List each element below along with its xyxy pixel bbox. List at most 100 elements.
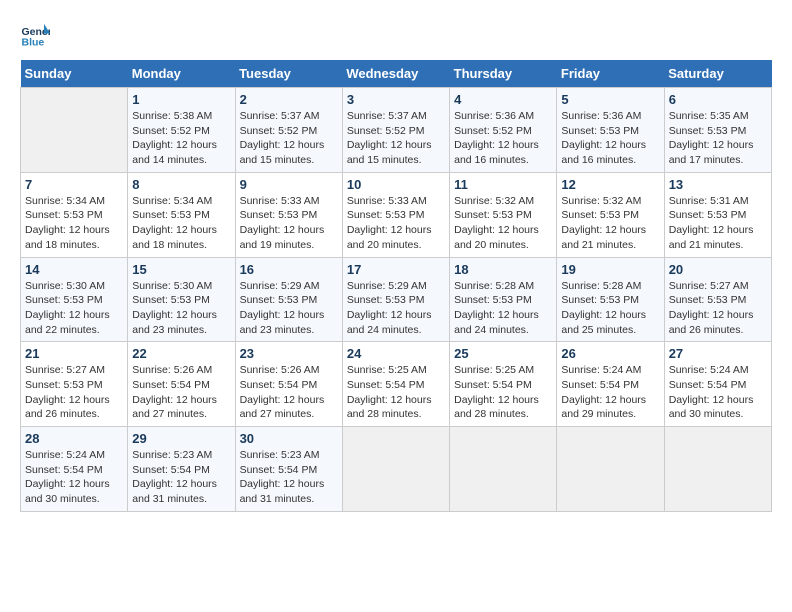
calendar-cell: 24 Sunrise: 5:25 AM Sunset: 5:54 PM Dayli…: [342, 342, 449, 427]
calendar-cell: 17 Sunrise: 5:29 AM Sunset: 5:53 PM Dayli…: [342, 257, 449, 342]
calendar-week-2: 7 Sunrise: 5:34 AM Sunset: 5:53 PM Daylig…: [21, 172, 772, 257]
calendar-cell: 21Sunrise: 5:27 AM Sunset: 5:53 PM Dayli…: [21, 342, 128, 427]
calendar-table: SundayMondayTuesdayWednesdayThursdayFrid…: [20, 60, 772, 512]
day-info: Sunrise: 5:37 AM Sunset: 5:52 PM Dayligh…: [240, 109, 338, 168]
day-info: Sunrise: 5:26 AM Sunset: 5:54 PM Dayligh…: [240, 363, 338, 422]
day-info: Sunrise: 5:36 AM Sunset: 5:53 PM Dayligh…: [561, 109, 659, 168]
day-number: 20: [669, 262, 767, 277]
day-info: Sunrise: 5:28 AM Sunset: 5:53 PM Dayligh…: [561, 279, 659, 338]
day-info: Sunrise: 5:37 AM Sunset: 5:52 PM Dayligh…: [347, 109, 445, 168]
calendar-cell: 10 Sunrise: 5:33 AM Sunset: 5:53 PM Dayli…: [342, 172, 449, 257]
day-number: 10: [347, 177, 445, 192]
day-number: 11: [454, 177, 552, 192]
day-number: 13: [669, 177, 767, 192]
day-number: 8: [132, 177, 230, 192]
day-number: 24: [347, 346, 445, 361]
day-number: 26: [561, 346, 659, 361]
calendar-cell: 20 Sunrise: 5:27 AM Sunset: 5:53 PM Dayli…: [664, 257, 771, 342]
calendar-cell: 5Sunrise: 5:36 AM Sunset: 5:53 PM Daylig…: [557, 88, 664, 173]
page-header: General Blue: [20, 20, 772, 50]
calendar-cell: 2 Sunrise: 5:37 AM Sunset: 5:52 PM Daylig…: [235, 88, 342, 173]
calendar-cell: 15 Sunrise: 5:30 AM Sunset: 5:53 PM Dayli…: [128, 257, 235, 342]
calendar-cell: [664, 427, 771, 512]
day-info: Sunrise: 5:33 AM Sunset: 5:53 PM Dayligh…: [347, 194, 445, 253]
day-number: 25: [454, 346, 552, 361]
calendar-cell: 3 Sunrise: 5:37 AM Sunset: 5:52 PM Daylig…: [342, 88, 449, 173]
logo: General Blue: [20, 20, 54, 50]
day-info: Sunrise: 5:38 AM Sunset: 5:52 PM Dayligh…: [132, 109, 230, 168]
day-info: Sunrise: 5:25 AM Sunset: 5:54 PM Dayligh…: [347, 363, 445, 422]
calendar-cell: 25 Sunrise: 5:25 AM Sunset: 5:54 PM Dayli…: [450, 342, 557, 427]
day-number: 2: [240, 92, 338, 107]
column-header-friday: Friday: [557, 60, 664, 88]
day-info: Sunrise: 5:31 AM Sunset: 5:53 PM Dayligh…: [669, 194, 767, 253]
calendar-cell: 18 Sunrise: 5:28 AM Sunset: 5:53 PM Dayli…: [450, 257, 557, 342]
day-info: Sunrise: 5:25 AM Sunset: 5:54 PM Dayligh…: [454, 363, 552, 422]
day-number: 18: [454, 262, 552, 277]
calendar-cell: 28 Sunrise: 5:24 AM Sunset: 5:54 PM Dayli…: [21, 427, 128, 512]
calendar-cell: 11Sunrise: 5:32 AM Sunset: 5:53 PM Dayli…: [450, 172, 557, 257]
day-info: Sunrise: 5:29 AM Sunset: 5:53 PM Dayligh…: [240, 279, 338, 338]
day-info: Sunrise: 5:30 AM Sunset: 5:53 PM Dayligh…: [132, 279, 230, 338]
day-info: Sunrise: 5:30 AM Sunset: 5:53 PM Dayligh…: [25, 279, 123, 338]
calendar-cell: 14 Sunrise: 5:30 AM Sunset: 5:53 PM Dayli…: [21, 257, 128, 342]
calendar-cell: [557, 427, 664, 512]
day-number: 15: [132, 262, 230, 277]
calendar-cell: 22Sunrise: 5:26 AM Sunset: 5:54 PM Dayli…: [128, 342, 235, 427]
calendar-cell: 4Sunrise: 5:36 AM Sunset: 5:52 PM Daylig…: [450, 88, 557, 173]
day-number: 7: [25, 177, 123, 192]
day-info: Sunrise: 5:24 AM Sunset: 5:54 PM Dayligh…: [669, 363, 767, 422]
column-header-monday: Monday: [128, 60, 235, 88]
calendar-cell: [342, 427, 449, 512]
day-number: 23: [240, 346, 338, 361]
day-info: Sunrise: 5:27 AM Sunset: 5:53 PM Dayligh…: [669, 279, 767, 338]
day-number: 30: [240, 431, 338, 446]
calendar-cell: 23 Sunrise: 5:26 AM Sunset: 5:54 PM Dayli…: [235, 342, 342, 427]
day-info: Sunrise: 5:34 AM Sunset: 5:53 PM Dayligh…: [25, 194, 123, 253]
calendar-week-4: 21Sunrise: 5:27 AM Sunset: 5:53 PM Dayli…: [21, 342, 772, 427]
day-number: 14: [25, 262, 123, 277]
day-number: 27: [669, 346, 767, 361]
calendar-cell: 6 Sunrise: 5:35 AM Sunset: 5:53 PM Daylig…: [664, 88, 771, 173]
day-number: 4: [454, 92, 552, 107]
calendar-week-3: 14 Sunrise: 5:30 AM Sunset: 5:53 PM Dayli…: [21, 257, 772, 342]
column-header-wednesday: Wednesday: [342, 60, 449, 88]
column-header-tuesday: Tuesday: [235, 60, 342, 88]
day-number: 29: [132, 431, 230, 446]
day-info: Sunrise: 5:28 AM Sunset: 5:53 PM Dayligh…: [454, 279, 552, 338]
calendar-cell: 26 Sunrise: 5:24 AM Sunset: 5:54 PM Dayli…: [557, 342, 664, 427]
day-number: 1: [132, 92, 230, 107]
calendar-cell: 12 Sunrise: 5:32 AM Sunset: 5:53 PM Dayli…: [557, 172, 664, 257]
calendar-cell: 8 Sunrise: 5:34 AM Sunset: 5:53 PM Daylig…: [128, 172, 235, 257]
calendar-cell: 1 Sunrise: 5:38 AM Sunset: 5:52 PM Daylig…: [128, 88, 235, 173]
day-info: Sunrise: 5:33 AM Sunset: 5:53 PM Dayligh…: [240, 194, 338, 253]
day-number: 12: [561, 177, 659, 192]
day-info: Sunrise: 5:35 AM Sunset: 5:53 PM Dayligh…: [669, 109, 767, 168]
column-header-saturday: Saturday: [664, 60, 771, 88]
day-info: Sunrise: 5:26 AM Sunset: 5:54 PM Dayligh…: [132, 363, 230, 422]
day-info: Sunrise: 5:24 AM Sunset: 5:54 PM Dayligh…: [561, 363, 659, 422]
day-number: 19: [561, 262, 659, 277]
day-info: Sunrise: 5:24 AM Sunset: 5:54 PM Dayligh…: [25, 448, 123, 507]
day-number: 6: [669, 92, 767, 107]
calendar-cell: 27 Sunrise: 5:24 AM Sunset: 5:54 PM Dayli…: [664, 342, 771, 427]
day-number: 16: [240, 262, 338, 277]
day-number: 28: [25, 431, 123, 446]
day-info: Sunrise: 5:29 AM Sunset: 5:53 PM Dayligh…: [347, 279, 445, 338]
calendar-cell: 29 Sunrise: 5:23 AM Sunset: 5:54 PM Dayli…: [128, 427, 235, 512]
day-info: Sunrise: 5:23 AM Sunset: 5:54 PM Dayligh…: [240, 448, 338, 507]
calendar-week-1: 1 Sunrise: 5:38 AM Sunset: 5:52 PM Daylig…: [21, 88, 772, 173]
column-header-thursday: Thursday: [450, 60, 557, 88]
logo-icon: General Blue: [20, 20, 50, 50]
day-number: 17: [347, 262, 445, 277]
day-number: 9: [240, 177, 338, 192]
calendar-cell: 16 Sunrise: 5:29 AM Sunset: 5:53 PM Dayli…: [235, 257, 342, 342]
calendar-cell: 30 Sunrise: 5:23 AM Sunset: 5:54 PM Dayli…: [235, 427, 342, 512]
day-info: Sunrise: 5:27 AM Sunset: 5:53 PM Dayligh…: [25, 363, 123, 422]
calendar-cell: 19 Sunrise: 5:28 AM Sunset: 5:53 PM Dayli…: [557, 257, 664, 342]
day-info: Sunrise: 5:34 AM Sunset: 5:53 PM Dayligh…: [132, 194, 230, 253]
day-info: Sunrise: 5:23 AM Sunset: 5:54 PM Dayligh…: [132, 448, 230, 507]
calendar-cell: 13 Sunrise: 5:31 AM Sunset: 5:53 PM Dayli…: [664, 172, 771, 257]
day-info: Sunrise: 5:32 AM Sunset: 5:53 PM Dayligh…: [561, 194, 659, 253]
day-number: 3: [347, 92, 445, 107]
